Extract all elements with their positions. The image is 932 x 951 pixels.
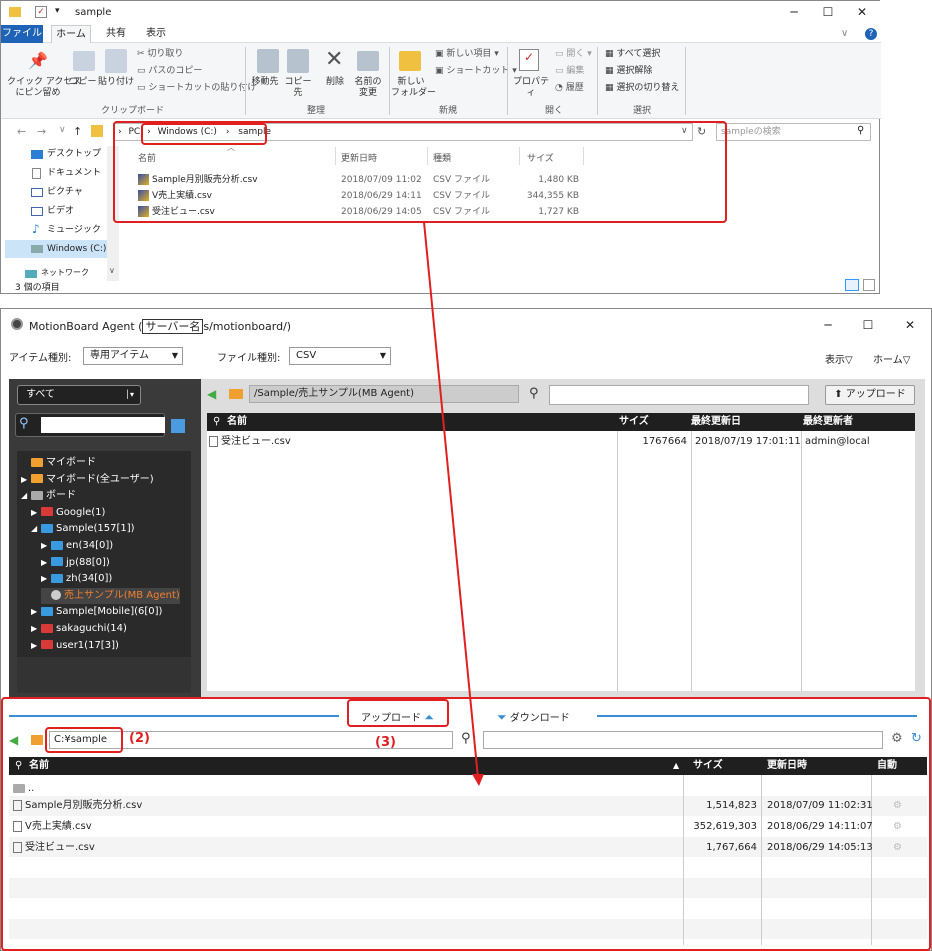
arrow-line <box>423 221 479 779</box>
arrow-head <box>472 774 484 786</box>
annotation-arrow <box>423 221 484 786</box>
